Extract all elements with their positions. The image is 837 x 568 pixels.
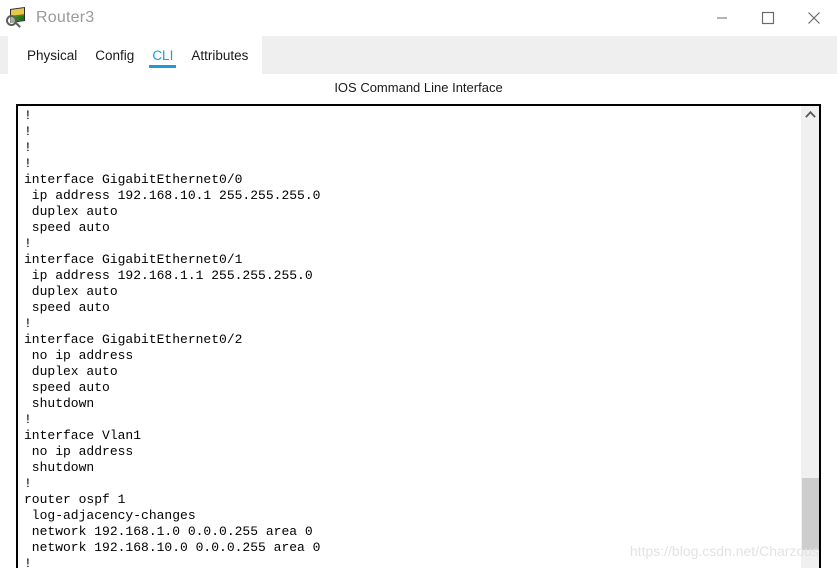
terminal-line: interface GigabitEthernet0/1 (24, 252, 243, 267)
terminal-line: ! (24, 236, 32, 251)
tab-attributes-label: Attributes (191, 47, 249, 63)
terminal-line: ! (24, 476, 32, 491)
terminal-line: ip address 192.168.10.1 255.255.255.0 (24, 188, 321, 203)
scrollbar-up-button[interactable] (802, 106, 819, 123)
terminal-line: interface Vlan1 (24, 428, 142, 443)
maximize-button[interactable] (745, 0, 791, 36)
terminal-line: no ip address (24, 348, 134, 363)
terminal-line: interface GigabitEthernet0/2 (24, 332, 243, 347)
cli-terminal: !!!! interface GigabitEthernet0/0 ip addr… (16, 104, 821, 568)
terminal-line: duplex auto (24, 364, 118, 379)
terminal-scrollbar[interactable] (801, 106, 819, 568)
terminal-line: log-adjacency-changes (24, 508, 196, 523)
terminal-line: network 192.168.10.0 0.0.0.255 area 0 (24, 540, 321, 555)
tab-cli-label: CLI (152, 47, 174, 63)
terminal-line: network 192.168.1.0 0.0.0.255 area 0 (24, 524, 313, 539)
tab-config[interactable]: Config (86, 36, 143, 74)
cli-output-area[interactable]: !!!! interface GigabitEthernet0/0 ip addr… (18, 106, 801, 568)
terminal-line: no ip address (24, 444, 134, 459)
terminal-line: ! (24, 140, 32, 155)
tabstrip-background: Physical Config CLI Attributes (0, 36, 837, 74)
terminal-line: speed auto (24, 300, 110, 315)
window-title: Router3 (36, 9, 95, 26)
terminal-line: ! (24, 156, 32, 171)
tab-attributes[interactable]: Attributes (182, 36, 257, 74)
close-button[interactable] (791, 0, 837, 36)
active-tab-underline (149, 65, 177, 68)
window-titlebar: Router3 (0, 0, 837, 36)
maximize-icon (761, 11, 775, 25)
terminal-line: duplex auto (24, 204, 118, 219)
terminal-line: ! (24, 316, 32, 331)
close-icon (808, 12, 820, 24)
tab-physical[interactable]: Physical (18, 36, 86, 74)
tabstrip: Physical Config CLI Attributes (8, 36, 262, 74)
chevron-up-icon (805, 110, 816, 118)
panel-heading: IOS Command Line Interface (0, 74, 837, 101)
scrollbar-thumb[interactable] (802, 478, 819, 550)
terminal-line: ! (24, 412, 32, 427)
terminal-line: speed auto (24, 380, 110, 395)
tab-physical-label: Physical (27, 47, 78, 63)
terminal-line: speed auto (24, 220, 110, 235)
terminal-line: interface GigabitEthernet0/0 (24, 172, 243, 187)
terminal-line: router ospf 1 (24, 492, 126, 507)
terminal-line: ! (24, 124, 32, 139)
tab-cli[interactable]: CLI (143, 36, 182, 74)
terminal-line: shutdown (24, 396, 95, 411)
terminal-line: ip address 192.168.1.1 255.255.255.0 (24, 268, 313, 283)
scrollbar-track[interactable] (802, 123, 819, 568)
terminal-line: ! (24, 108, 32, 123)
minimize-button[interactable] (699, 0, 745, 36)
window-controls (699, 0, 837, 36)
terminal-line: duplex auto (24, 284, 118, 299)
packet-tracer-device-icon (6, 6, 28, 30)
minimize-icon (717, 17, 727, 19)
tab-config-label: Config (95, 47, 135, 63)
terminal-line: shutdown (24, 460, 95, 475)
terminal-line: ! (24, 556, 32, 568)
